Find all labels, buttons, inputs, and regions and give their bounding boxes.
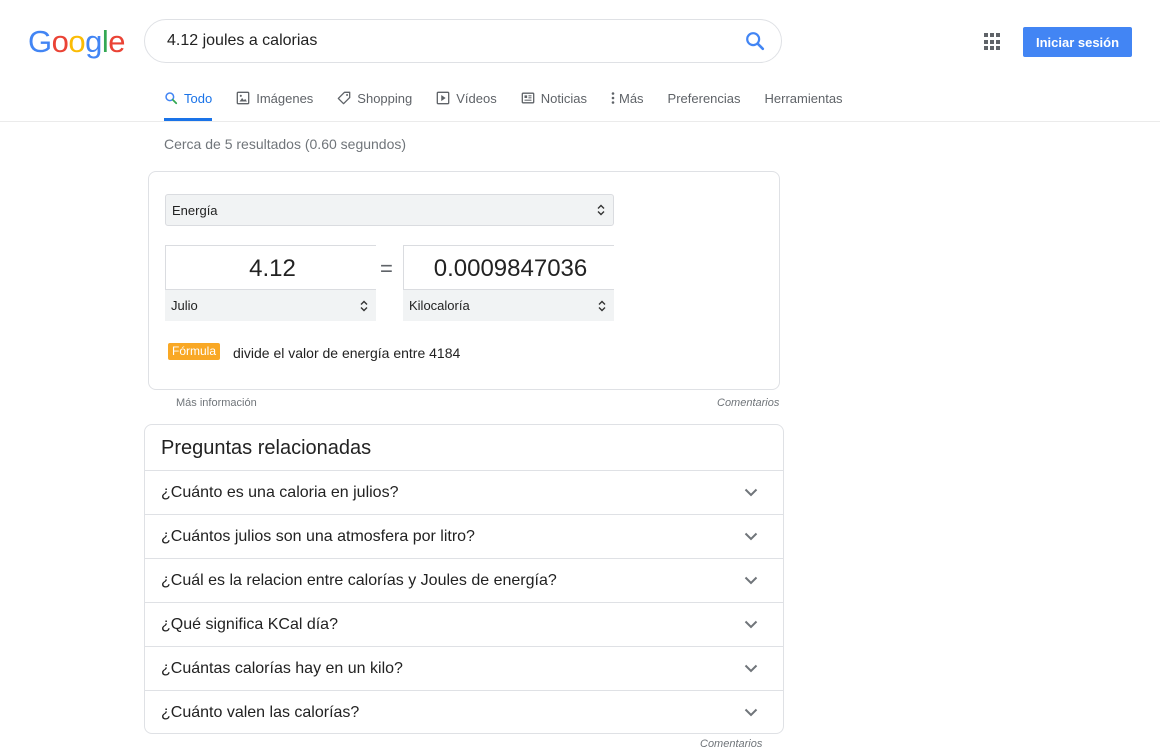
tab-label: Noticias — [540, 90, 587, 106]
logo-letter: g — [85, 24, 102, 59]
tab-label: Más — [618, 90, 644, 106]
from-value-input[interactable] — [166, 246, 379, 291]
related-questions-card: Preguntas relacionadas ¿Cuánto es una ca… — [144, 424, 784, 734]
related-questions-title: Preguntas relacionadas — [161, 437, 372, 459]
related-question[interactable]: ¿Qué significa KCal día? — [145, 602, 783, 646]
category-select[interactable]: Energía — [165, 194, 614, 226]
image-icon — [236, 91, 250, 105]
question-text: ¿Cuál es la relacion entre calorías y Jo… — [161, 571, 557, 589]
logo-letter: o — [51, 24, 69, 59]
to-unit-value: Kilocaloría — [409, 298, 470, 313]
equals-sign: = — [380, 256, 393, 281]
related-question[interactable]: ¿Cuál es la relacion entre calorías y Jo… — [145, 558, 783, 602]
tag-icon — [337, 91, 351, 105]
tab-label: Imágenes — [256, 90, 314, 106]
result-stats: Cerca de 5 resultados (0.60 segundos) — [164, 136, 407, 152]
logo-letter: e — [108, 24, 126, 59]
chevron-down-icon — [739, 657, 763, 681]
more-info-link[interactable]: Más información — [176, 397, 257, 409]
from-unit-select[interactable]: Julio — [165, 289, 376, 321]
search-icon — [164, 91, 178, 105]
updown-arrow-icon — [597, 204, 605, 216]
tab-noticias[interactable]: Noticias — [521, 84, 587, 112]
updown-arrow-icon — [360, 300, 368, 311]
to-value-input[interactable] — [404, 246, 617, 291]
logo-letter: G — [28, 24, 52, 59]
question-text: ¿Cuánto es una caloria en julios? — [161, 483, 399, 501]
play-icon — [436, 91, 450, 105]
more-vert-icon — [611, 91, 615, 105]
formula-text: divide el valor de energía entre 4184 — [233, 345, 461, 361]
news-icon — [521, 91, 535, 105]
search-input[interactable] — [165, 31, 729, 51]
tab-imagenes[interactable]: Imágenes — [236, 84, 313, 112]
search-button[interactable] — [729, 20, 781, 62]
question-text: ¿Qué significa KCal día? — [161, 615, 338, 633]
chevron-down-icon — [739, 569, 763, 593]
tab-label: Vídeos — [456, 90, 497, 106]
related-feedback-link[interactable]: Comentarios — [700, 738, 762, 750]
search-tabs: Todo Imágenes Shopping Vídeos Noticias M… — [164, 84, 867, 121]
chevron-down-icon — [739, 481, 763, 505]
search-icon — [746, 32, 765, 51]
tab-shopping[interactable]: Shopping — [337, 84, 412, 112]
related-question[interactable]: ¿Cuántas calorías hay en un kilo? — [145, 646, 783, 690]
signin-button[interactable]: Iniciar sesión — [1023, 27, 1132, 57]
logo-letter: o — [68, 24, 86, 59]
tab-label: Todo — [184, 90, 213, 106]
to-unit-box: Kilocaloría — [403, 245, 617, 321]
tab-label: Shopping — [357, 90, 413, 106]
to-unit-select[interactable]: Kilocaloría — [403, 289, 614, 321]
tab-videos[interactable]: Vídeos — [436, 84, 497, 112]
tab-label: Herramientas — [764, 90, 843, 106]
question-text: ¿Cuántas calorías hay en un kilo? — [161, 659, 403, 677]
tab-label: Preferencias — [667, 90, 741, 106]
tab-preferencias[interactable]: Preferencias — [668, 84, 741, 112]
question-text: ¿Cuántos julios son una atmosfera por li… — [161, 527, 475, 545]
tab-todo[interactable]: Todo — [164, 84, 213, 121]
related-question[interactable]: ¿Cuántos julios son una atmosfera por li… — [145, 514, 783, 558]
formula-badge: Fórmula — [168, 343, 221, 360]
google-logo[interactable]: Google — [28, 24, 126, 60]
question-text: ¿Cuánto valen las calorías? — [161, 703, 360, 721]
chevron-down-icon — [739, 701, 763, 725]
search-box — [144, 19, 782, 63]
chevron-down-icon — [739, 525, 763, 549]
apps-grid-icon[interactable] — [984, 33, 1002, 51]
related-question[interactable]: ¿Cuánto es una caloria en julios? — [145, 470, 783, 514]
from-unit-box: Julio — [165, 245, 379, 321]
header-divider — [0, 121, 1160, 122]
related-question[interactable]: ¿Cuánto valen las calorías? — [145, 690, 783, 733]
tab-mas[interactable]: Más — [611, 84, 644, 112]
chevron-down-icon — [739, 613, 763, 637]
from-unit-value: Julio — [171, 298, 198, 313]
category-value: Energía — [172, 202, 218, 218]
updown-arrow-icon — [598, 300, 606, 311]
tab-herramientas[interactable]: Herramientas — [765, 84, 843, 112]
converter-feedback-link[interactable]: Comentarios — [717, 397, 779, 409]
